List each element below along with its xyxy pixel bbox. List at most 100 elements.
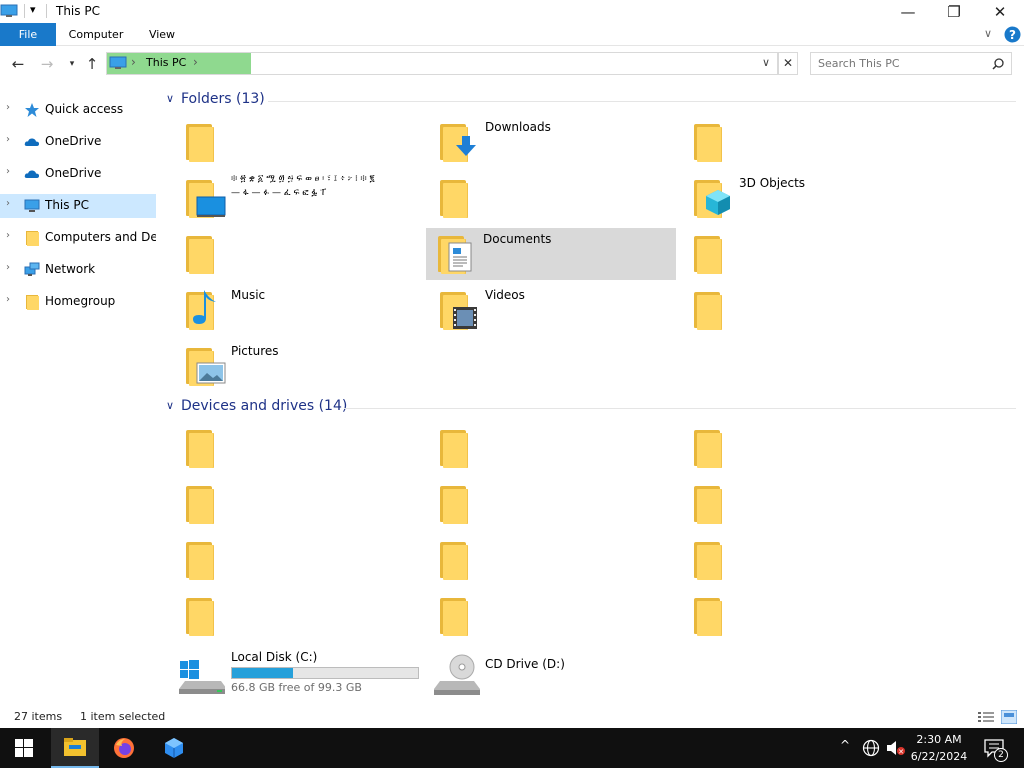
folder-tile[interactable] — [682, 228, 932, 280]
back-arrow-icon[interactable]: ← — [9, 55, 27, 73]
cd-drive-d[interactable]: CD Drive (D:) — [428, 650, 678, 702]
device-folder-tile[interactable] — [682, 590, 932, 642]
clear-address-close-icon[interactable]: ✕ — [778, 52, 798, 75]
device-folder-tile[interactable] — [174, 590, 424, 642]
sidebar-item-onedrive[interactable]: › OneDrive — [0, 162, 156, 186]
tiles-view-icon[interactable] — [1001, 710, 1017, 724]
desktop-icon — [196, 196, 226, 217]
expand-chevron-icon[interactable]: › — [6, 262, 10, 273]
svg-text:?: ? — [1009, 28, 1016, 42]
file-explorer-icon — [64, 738, 86, 756]
close-button[interactable]: ✕ — [977, 0, 1023, 23]
drive-usage-bar — [231, 667, 419, 679]
device-folder-tile[interactable] — [428, 590, 678, 642]
sidebar-item-label: OneDrive — [45, 134, 102, 148]
explorer-window: ▾ This PC — ❐ ✕ File Computer View ∨ ? ←… — [0, 0, 1024, 728]
clock[interactable]: 2:30 AM 6/22/2024 — [905, 731, 973, 765]
folder-tile[interactable]: Documents — [426, 228, 676, 280]
device-folder-tile[interactable] — [428, 478, 678, 530]
folder-icon — [440, 180, 470, 218]
address-bar[interactable]: › This PC › ∨ — [106, 52, 778, 75]
folder-icon — [694, 236, 724, 274]
picture-icon — [196, 362, 226, 384]
network-globe-icon[interactable] — [862, 739, 880, 757]
sidebar-item-network[interactable]: › Network — [0, 258, 156, 282]
taskbar-firefox[interactable] — [100, 728, 148, 768]
help-icon[interactable]: ? — [1004, 26, 1021, 43]
folder-icon — [186, 542, 216, 580]
device-folder-tile[interactable] — [428, 422, 678, 474]
folder-tile[interactable] — [174, 228, 424, 280]
folder-tile[interactable]: Pictures — [174, 340, 424, 392]
breadcrumb-separator[interactable]: › — [193, 55, 198, 69]
group-header-devices-and-drives[interactable]: ∨ Devices and drives (14) — [164, 398, 1016, 418]
expand-chevron-icon[interactable]: › — [6, 230, 10, 241]
expand-chevron-icon[interactable]: › — [6, 294, 10, 305]
folder-icon — [694, 292, 724, 330]
folder-tile[interactable] — [682, 116, 932, 168]
taskbar-app[interactable] — [150, 728, 198, 768]
tab-view[interactable]: View — [140, 23, 184, 46]
folder-tile[interactable] — [682, 284, 932, 336]
sidebar-item-this-pc[interactable]: › This PC — [0, 194, 156, 218]
cd-drive-icon — [434, 654, 480, 695]
folder-icon — [186, 598, 216, 636]
sidebar-item-computers-and-devices[interactable]: › Computers and Devices — [0, 226, 156, 250]
notification-count-badge: 2 — [994, 748, 1008, 762]
start-button[interactable] — [0, 728, 48, 768]
collapse-chevron-icon[interactable]: ∨ — [166, 92, 174, 105]
restore-button[interactable]: ❐ — [931, 0, 977, 23]
divider — [46, 4, 47, 18]
folder-tile[interactable]: ፨ ፳ ቋ ፩ ሟ ፴ ፵ ፍ ወ ፀ ፡ ፣ ፤ ፥ ፦ ፧ ፨ ፪ — ፋ —… — [174, 172, 424, 224]
quick-access-toolbar-dropdown[interactable]: ▾ — [30, 3, 36, 16]
sidebar-item-quick-access[interactable]: › Quick access — [0, 98, 156, 122]
device-folder-tile[interactable] — [174, 534, 424, 586]
folder-tile[interactable] — [428, 172, 678, 224]
local-disk-c[interactable]: Local Disk (C:) 66.8 GB free of 99.3 GB — [174, 650, 424, 702]
folder-icon — [694, 486, 724, 524]
taskbar-file-explorer[interactable] — [51, 728, 99, 768]
expand-chevron-icon[interactable]: › — [6, 198, 10, 209]
folder-tile[interactable]: Videos — [428, 284, 678, 336]
folder-label: Documents — [483, 232, 552, 246]
expand-ribbon-chevron-icon[interactable]: ∨ — [984, 27, 992, 40]
volume-muted-icon[interactable]: ✕ — [886, 739, 906, 757]
folder-tile[interactable]: 3D Objects — [682, 172, 932, 224]
cube-app-icon — [165, 738, 183, 758]
address-dropdown-chevron-icon[interactable]: ∨ — [762, 56, 770, 69]
device-folder-tile[interactable] — [174, 422, 424, 474]
folder-tile[interactable]: Downloads — [428, 116, 678, 168]
search-box[interactable] — [810, 52, 1012, 75]
expand-chevron-icon[interactable]: › — [6, 102, 10, 113]
sidebar-item-onedrive[interactable]: › OneDrive — [0, 130, 156, 154]
folder-label: Pictures — [231, 344, 279, 358]
search-icon[interactable] — [992, 58, 1004, 70]
expand-chevron-icon[interactable]: › — [6, 166, 10, 177]
device-folder-tile[interactable] — [174, 478, 424, 530]
device-folder-tile[interactable] — [428, 534, 678, 586]
group-header-folders[interactable]: ∨ Folders (13) — [164, 91, 1016, 111]
forward-arrow-icon[interactable]: → — [38, 55, 56, 73]
device-folder-tile[interactable] — [682, 422, 932, 474]
device-folder-tile[interactable] — [682, 534, 932, 586]
folder-tile[interactable]: Music — [174, 284, 424, 336]
device-folder-tile[interactable] — [682, 478, 932, 530]
computer-icon — [24, 199, 40, 212]
divider — [268, 101, 1016, 102]
tab-file[interactable]: File — [0, 23, 56, 46]
search-input[interactable] — [811, 53, 986, 74]
folder-tile[interactable] — [174, 116, 424, 168]
music-note-icon — [193, 290, 216, 324]
tab-computer[interactable]: Computer — [64, 23, 128, 46]
minimize-button[interactable]: — — [885, 0, 931, 23]
folder-label: Music — [231, 288, 266, 302]
collapse-chevron-icon[interactable]: ∨ — [166, 399, 174, 412]
sidebar-item-homegroup[interactable]: › Homegroup — [0, 290, 156, 314]
recent-locations-chevron-icon[interactable]: ▾ — [63, 55, 81, 73]
sidebar-item-label: Quick access — [45, 102, 124, 116]
show-hidden-icons-chevron-icon[interactable]: ^ — [840, 738, 850, 752]
expand-chevron-icon[interactable]: › — [6, 134, 10, 145]
breadcrumb-this-pc[interactable]: This PC — [146, 56, 186, 69]
up-arrow-icon[interactable]: ↑ — [83, 55, 101, 73]
details-view-icon[interactable] — [978, 711, 994, 723]
